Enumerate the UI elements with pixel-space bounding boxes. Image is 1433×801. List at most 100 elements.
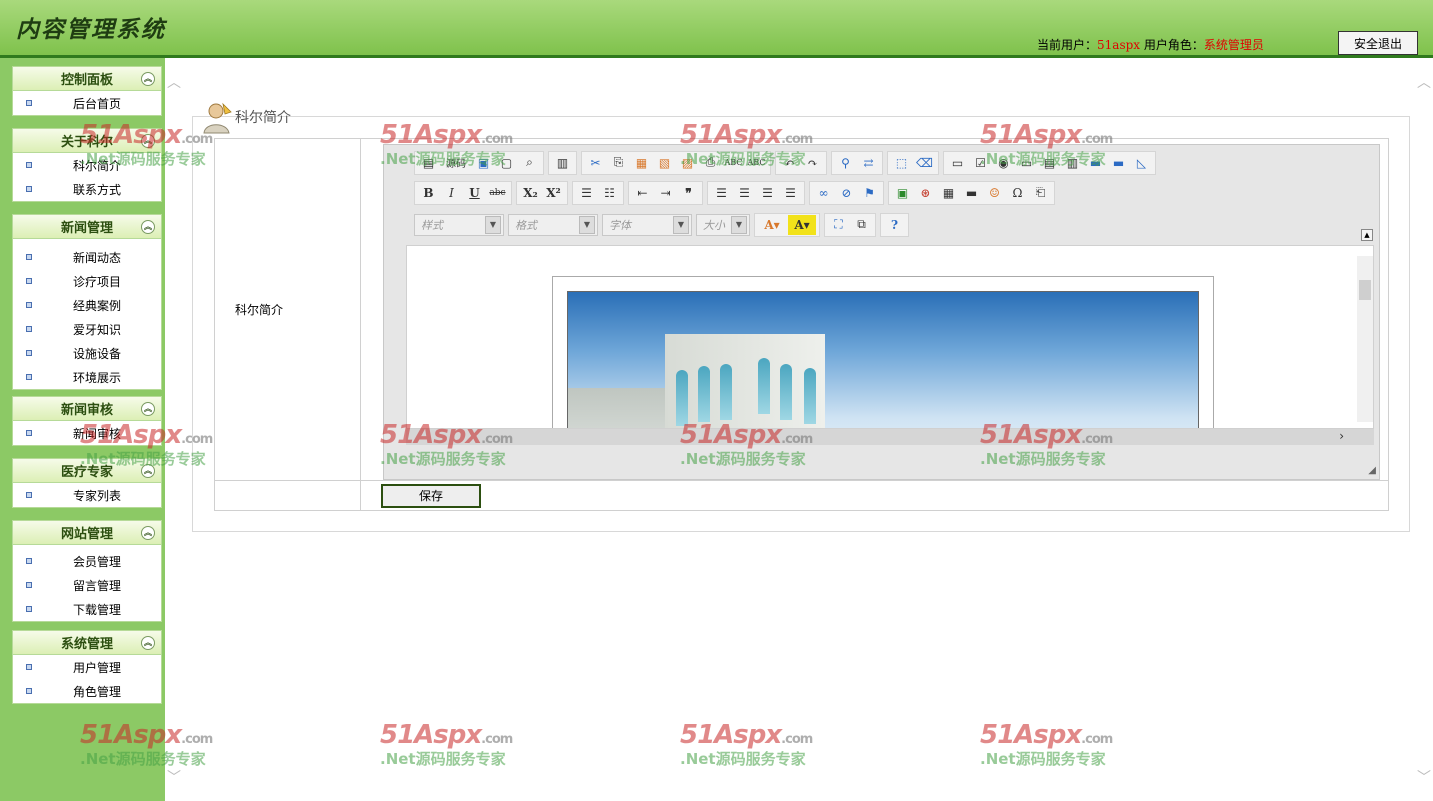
panel-header[interactable]: 新闻审核 ︽ [13, 397, 161, 421]
panel-header[interactable]: 医疗专家 ︽ [13, 459, 161, 483]
paste-icon[interactable]: ▦ [631, 153, 652, 173]
align-justify-icon[interactable]: ☰ [780, 183, 801, 203]
show-blocks-icon[interactable]: ⧉ [851, 215, 872, 235]
collapse-icon[interactable]: ︽ [141, 402, 155, 416]
outdent-icon[interactable]: ⇤ [632, 183, 653, 203]
source-button[interactable]: 源码 [441, 153, 471, 173]
format-select[interactable]: 格式 ▼ [508, 213, 598, 236]
spellcheck-icon[interactable]: ABC [723, 153, 744, 173]
editor-content-area[interactable] [406, 244, 1374, 429]
subscript-icon[interactable]: X₂ [520, 183, 541, 203]
collapse-icon[interactable]: ︽ [141, 220, 155, 234]
sidebar-item-contact[interactable]: 联系方式 [13, 177, 161, 201]
bold-icon[interactable]: B [418, 183, 439, 203]
image-button-icon[interactable]: ▬ [1108, 153, 1129, 173]
paste-text-icon[interactable]: ▧ [654, 153, 675, 173]
save-icon[interactable]: ▣ [473, 153, 494, 173]
select-all-icon[interactable]: ⬚ [891, 153, 912, 173]
scroll-right-icon[interactable]: › [1339, 429, 1344, 443]
sidebar-item-dental-knowledge[interactable]: 爱牙知识 [13, 317, 161, 341]
checkbox-icon[interactable]: ☑ [970, 153, 991, 173]
preview-icon[interactable]: ⌕ [519, 153, 540, 173]
editor-vertical-scrollbar[interactable] [1357, 255, 1373, 422]
radio-icon[interactable]: ◉ [993, 153, 1014, 173]
italic-icon[interactable]: I [441, 183, 462, 203]
spellcheck-auto-icon[interactable]: ABC [746, 153, 767, 173]
link-icon[interactable]: ∞ [813, 183, 834, 203]
numbered-list-icon[interactable]: ☰ [576, 183, 597, 203]
flash-icon[interactable]: ⊛ [915, 183, 936, 203]
sidebar-item-equipment[interactable]: 设施设备 [13, 341, 161, 365]
print-icon[interactable]: ⎙ [700, 153, 721, 173]
undo-icon[interactable]: ↶ [779, 153, 800, 173]
redo-icon[interactable]: ↷ [802, 153, 823, 173]
page-break-icon[interactable]: ⎗ [1030, 183, 1051, 203]
sidebar-item-roles[interactable]: 角色管理 [13, 679, 161, 703]
collapse-icon[interactable]: ︽ [141, 636, 155, 650]
paste-word-icon[interactable]: ▨ [677, 153, 698, 173]
hidden-field-icon[interactable]: ◺ [1131, 153, 1152, 173]
find-icon[interactable]: ⚲ [835, 153, 856, 173]
sidebar-item-environment[interactable]: 环境展示 [13, 365, 161, 389]
button-icon[interactable]: ▬ [1085, 153, 1106, 173]
save-button[interactable]: 保存 [381, 483, 481, 508]
panel-header[interactable]: 控制面板 ︽ [13, 67, 161, 91]
scroll-up-icon[interactable]: ︿ [1417, 72, 1431, 92]
underline-icon[interactable]: U [464, 183, 485, 203]
scrollbar-thumb[interactable] [1359, 279, 1371, 300]
collapse-icon[interactable]: ︽ [141, 72, 155, 86]
anchor-icon[interactable]: ⚑ [859, 183, 880, 203]
panel-header[interactable]: 系统管理 ︽ [13, 631, 161, 655]
align-center-icon[interactable]: ☰ [734, 183, 755, 203]
help-icon[interactable]: ? [884, 215, 905, 235]
collapse-icon[interactable]: ︽ [141, 464, 155, 478]
sidebar-item-expert-list[interactable]: 专家列表 [13, 483, 161, 507]
bulleted-list-icon[interactable]: ☷ [599, 183, 620, 203]
sidebar-item-intro[interactable]: 科尔简介 [13, 153, 161, 177]
panel-header[interactable]: 关于科尔 ︽ [13, 129, 161, 153]
scroll-down-icon[interactable]: ﹀ [1417, 767, 1431, 787]
new-page-icon[interactable]: ▢ [496, 153, 517, 173]
editor-horizontal-scrollbar[interactable]: › [406, 428, 1374, 445]
collapse-icon[interactable]: ︽ [141, 526, 155, 540]
align-left-icon[interactable]: ☰ [711, 183, 732, 203]
panel-header[interactable]: 网站管理 ︽ [13, 521, 161, 545]
indent-icon[interactable]: ⇥ [655, 183, 676, 203]
panel-header[interactable]: 新闻管理 ︽ [13, 215, 161, 239]
templates-icon[interactable]: ▥ [552, 153, 573, 173]
sidebar-item-downloads[interactable]: 下载管理 [13, 597, 161, 621]
superscript-icon[interactable]: X² [543, 183, 564, 203]
size-select[interactable]: 大小 ▼ [696, 213, 750, 236]
textarea-icon[interactable]: ▤ [1039, 153, 1060, 173]
style-select[interactable]: 样式 ▼ [414, 213, 504, 236]
maximize-icon[interactable]: ⛶ [828, 215, 849, 235]
special-char-icon[interactable]: Ω [1007, 183, 1028, 203]
remove-format-icon[interactable]: ⌫ [914, 153, 935, 173]
smiley-icon[interactable]: ☺ [984, 183, 1005, 203]
strikethrough-icon[interactable]: abc [487, 183, 508, 203]
font-select[interactable]: 字体 ▼ [602, 213, 692, 236]
scroll-down-icon[interactable]: ﹀ [167, 767, 181, 787]
select-icon[interactable]: ▥ [1062, 153, 1083, 173]
copy-icon[interactable]: ⎘ [608, 153, 629, 173]
unlink-icon[interactable]: ⊘ [836, 183, 857, 203]
scroll-up-icon[interactable]: ︿ [167, 72, 181, 92]
bg-color-icon[interactable]: A▾ [788, 214, 816, 235]
sidebar-item-news[interactable]: 新闻动态 [13, 245, 161, 269]
textfield-icon[interactable]: ▭ [1016, 153, 1037, 173]
sidebar-item-members[interactable]: 会员管理 [13, 549, 161, 573]
collapse-toolbar-icon[interactable]: ▲ [1361, 228, 1373, 241]
sidebar-item-users[interactable]: 用户管理 [13, 655, 161, 679]
replace-icon[interactable]: ⇄ [858, 153, 879, 173]
table-icon[interactable]: ▦ [938, 183, 959, 203]
resize-handle-icon[interactable]: ◢ [1368, 465, 1376, 476]
sidebar-item-treatments[interactable]: 诊疗项目 [13, 269, 161, 293]
sidebar-item-cases[interactable]: 经典案例 [13, 293, 161, 317]
image-icon[interactable]: ▣ [892, 183, 913, 203]
sidebar-item-dashboard[interactable]: 后台首页 [13, 91, 161, 115]
blockquote-icon[interactable]: ❞ [678, 183, 699, 203]
text-color-icon[interactable]: A▾ [758, 215, 786, 235]
cut-icon[interactable]: ✂ [585, 153, 606, 173]
form-icon[interactable]: ▭ [947, 153, 968, 173]
align-right-icon[interactable]: ☰ [757, 183, 778, 203]
